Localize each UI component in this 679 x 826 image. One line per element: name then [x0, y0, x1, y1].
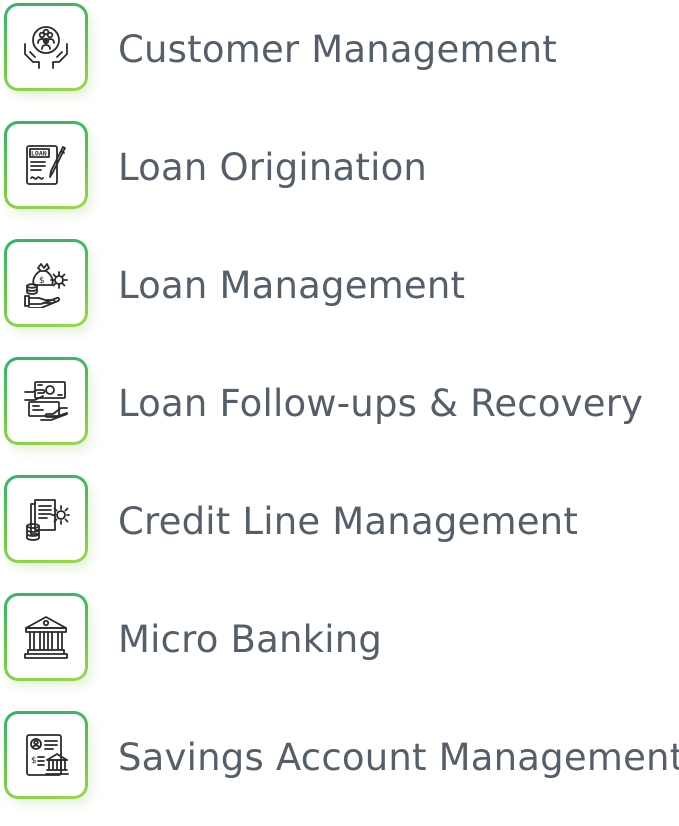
loan-document-pen-icon: LOAN [26, 145, 66, 185]
list-item-credit-line-management: Credit Line Management [0, 472, 679, 590]
icon-frame [4, 593, 88, 681]
icon-frame: $ [4, 711, 88, 799]
list-item-loan-origination: LOAN Loan Origination [0, 118, 679, 236]
icon-frame [4, 475, 88, 563]
svg-text:LOAN: LOAN [31, 150, 47, 158]
savings-account-bank-icon: $ [26, 734, 69, 776]
list-item-loan-followups-recovery: Loan Follow-ups & Recovery [0, 354, 679, 472]
list-item-loan-management: $ Loan Management [0, 236, 679, 354]
customers-in-hands-icon [24, 26, 68, 69]
cash-transfer-hands-icon [24, 381, 68, 421]
item-label: Loan Follow-ups & Recovery [118, 382, 644, 425]
icon-frame [4, 3, 88, 91]
svg-text:$: $ [39, 276, 45, 286]
feature-list: Customer Management LOAN Loan Originatio… [0, 0, 679, 812]
item-label: Customer Management [118, 28, 558, 71]
icon-frame [4, 357, 88, 445]
list-item-micro-banking: Micro Banking [0, 590, 679, 708]
item-label: Micro Banking [118, 618, 383, 661]
item-label: Savings Account Management [118, 736, 679, 779]
icon-frame: LOAN [4, 121, 88, 209]
icon-frame: $ [4, 239, 88, 327]
money-bag-gear-hand-icon: $ [24, 263, 68, 308]
list-item-savings-account-management: $ Savings Account Management [0, 708, 679, 826]
bank-building-icon [24, 616, 68, 659]
svg-text:$: $ [31, 756, 37, 766]
item-label: Loan Management [118, 264, 466, 307]
item-label: Loan Origination [118, 146, 428, 189]
item-label: Credit Line Management [118, 500, 579, 543]
list-item-customer-management: Customer Management [0, 0, 679, 118]
documents-coins-gear-icon [26, 499, 70, 541]
